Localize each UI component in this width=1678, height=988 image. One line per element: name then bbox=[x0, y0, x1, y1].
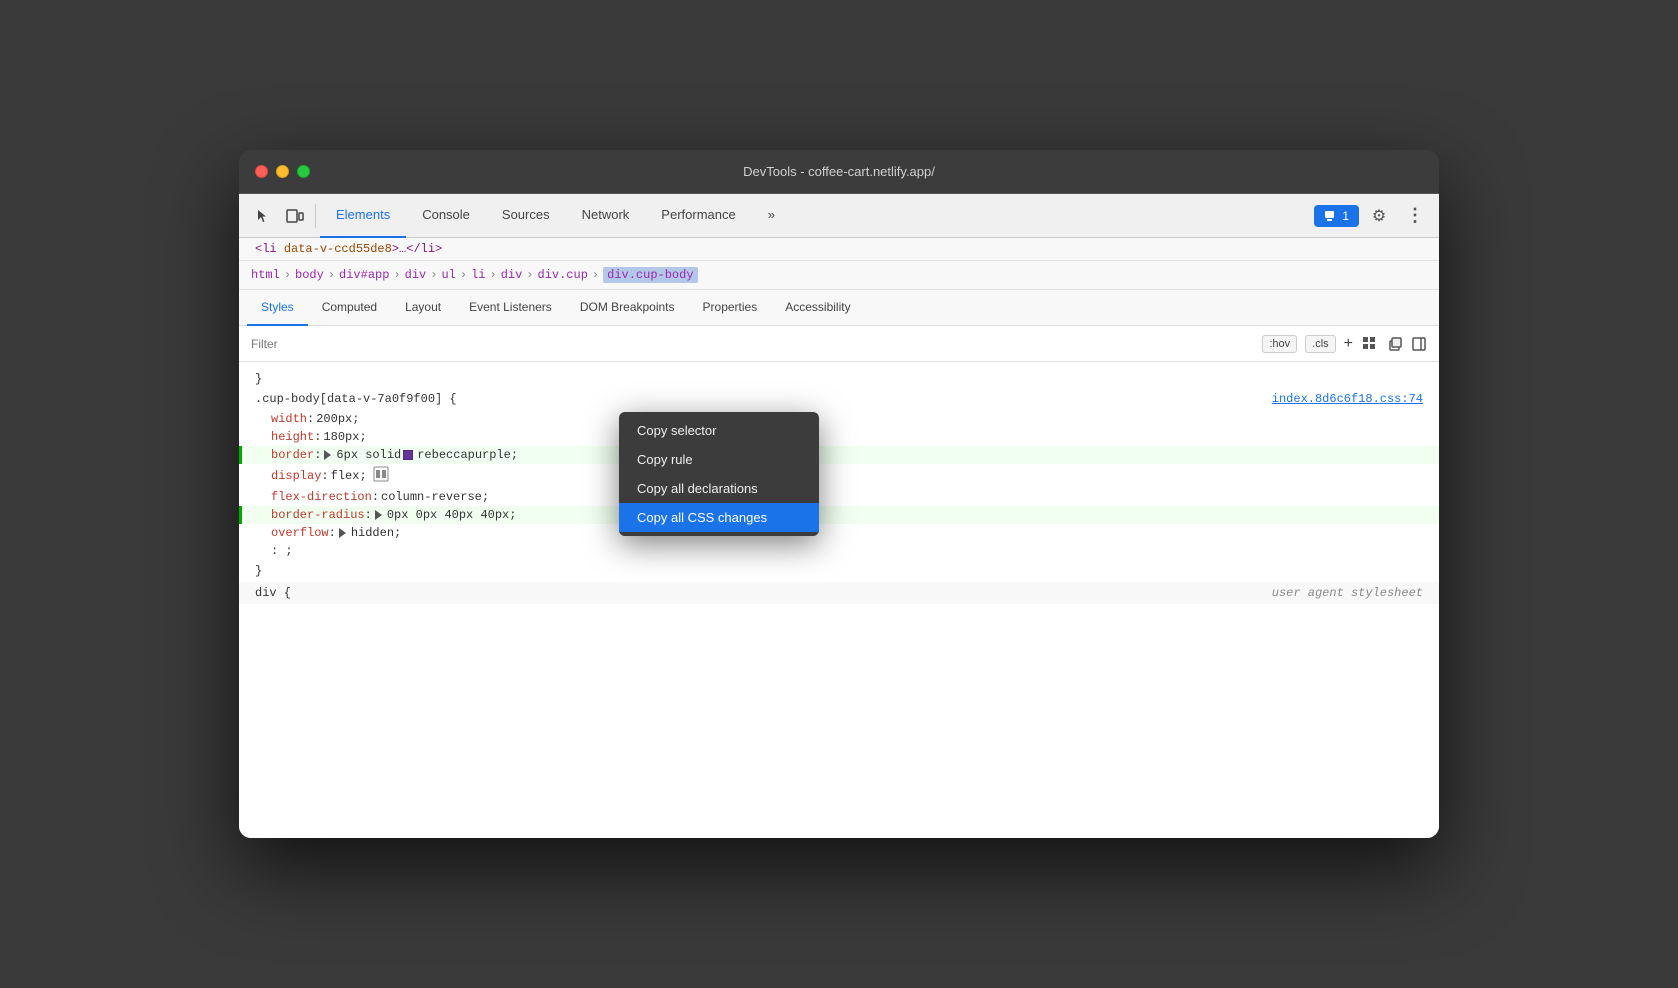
expand-triangle-icon[interactable] bbox=[324, 450, 331, 460]
user-agent-label: user agent stylesheet bbox=[1272, 586, 1423, 600]
main-toolbar: Elements Console Sources Network Perform… bbox=[239, 194, 1439, 238]
add-rule-icon[interactable]: + bbox=[1344, 335, 1353, 353]
tab-network[interactable]: Network bbox=[566, 194, 646, 238]
panel-tab-event-listeners[interactable]: Event Listeners bbox=[455, 290, 566, 326]
cls-button[interactable]: .cls bbox=[1305, 335, 1336, 353]
css-panel: } .cup-body[data-v-7a0f9f00] { index.8d6… bbox=[239, 362, 1439, 838]
copy-styles-icon[interactable] bbox=[1387, 336, 1403, 352]
devtools-window: DevTools - coffee-cart.netlify.app/ bbox=[239, 150, 1439, 838]
context-menu-copy-selector[interactable]: Copy selector bbox=[619, 416, 819, 445]
tab-console[interactable]: Console bbox=[406, 194, 486, 238]
pointer-icon[interactable] bbox=[247, 200, 279, 232]
tab-performance[interactable]: Performance bbox=[645, 194, 751, 238]
expand-triangle-icon-3[interactable] bbox=[339, 528, 346, 538]
css-prop-display: display : flex ; bbox=[239, 464, 1439, 488]
close-button[interactable] bbox=[255, 165, 268, 178]
css-closing-brace: } bbox=[239, 560, 1439, 582]
tab-sources[interactable]: Sources bbox=[486, 194, 566, 238]
css-div-rule: div { user agent stylesheet bbox=[239, 582, 1439, 604]
css-prop-border: border : 6px solid rebeccapurple ; bbox=[239, 446, 1439, 464]
breadcrumb-div-app[interactable]: div#app bbox=[339, 268, 389, 282]
context-menu-copy-all-declarations[interactable]: Copy all declarations bbox=[619, 474, 819, 503]
panel-tabs: Styles Computed Layout Event Listeners D… bbox=[239, 290, 1439, 326]
window-title: DevTools - coffee-cart.netlify.app/ bbox=[743, 164, 935, 179]
toolbar-right: 1 ⚙ ⋮ bbox=[1314, 200, 1431, 232]
filter-input[interactable] bbox=[251, 337, 1254, 351]
hov-button[interactable]: :hov bbox=[1262, 335, 1297, 353]
panel-tab-styles[interactable]: Styles bbox=[247, 290, 308, 326]
breadcrumb-div-cup-body[interactable]: div.cup-body bbox=[603, 267, 697, 283]
main-tab-bar: Elements Console Sources Network Perform… bbox=[320, 194, 1306, 238]
panel-tab-dom-breakpoints[interactable]: DOM Breakpoints bbox=[566, 290, 689, 326]
panel-tab-properties[interactable]: Properties bbox=[689, 290, 772, 326]
toolbar-separator bbox=[315, 204, 316, 228]
css-colon-row: : ; bbox=[239, 542, 1439, 560]
maximize-button[interactable] bbox=[297, 165, 310, 178]
breadcrumb-body[interactable]: body bbox=[295, 268, 324, 282]
filter-bar: :hov .cls + bbox=[239, 326, 1439, 362]
css-prev-close: } bbox=[239, 370, 1439, 388]
more-options-icon[interactable]: ⋮ bbox=[1399, 200, 1431, 232]
expand-triangle-icon-2[interactable] bbox=[375, 510, 382, 520]
modified-indicator-2 bbox=[239, 506, 242, 524]
breadcrumb-ul[interactable]: ul bbox=[441, 268, 455, 282]
layout-icon[interactable] bbox=[1361, 335, 1379, 353]
breadcrumb-li[interactable]: li bbox=[471, 268, 485, 282]
css-div-selector[interactable]: div { bbox=[255, 586, 291, 600]
css-prop-border-radius: border-radius : 0px 0px 40px 40px ; bbox=[239, 506, 1439, 524]
css-rule-header: .cup-body[data-v-7a0f9f00] { index.8d6c6… bbox=[239, 388, 1439, 410]
breadcrumb-div-cup[interactable]: div.cup bbox=[538, 268, 588, 282]
panel-tab-layout[interactable]: Layout bbox=[391, 290, 455, 326]
css-selector[interactable]: .cup-body[data-v-7a0f9f00] { bbox=[255, 392, 457, 406]
panel-tab-accessibility[interactable]: Accessibility bbox=[771, 290, 864, 326]
breadcrumb-div[interactable]: div bbox=[405, 268, 427, 282]
modified-indicator bbox=[239, 446, 242, 464]
devtools-content: <li data-v-ccd55de8>…</li> html › body ›… bbox=[239, 238, 1439, 838]
context-menu: Copy selector Copy rule Copy all declara… bbox=[619, 412, 819, 536]
breadcrumb: html › body › div#app › div › ul › li › … bbox=[239, 261, 1439, 290]
panel-tab-computed[interactable]: Computed bbox=[308, 290, 391, 326]
css-prop-width: width : 200px ; bbox=[239, 410, 1439, 428]
breadcrumb-div2[interactable]: div bbox=[501, 268, 523, 282]
toggle-sidebar-icon[interactable] bbox=[1411, 336, 1427, 352]
tab-elements[interactable]: Elements bbox=[320, 194, 406, 238]
css-prop-overflow: overflow : hidden ; bbox=[239, 524, 1439, 542]
css-prop-height: height : 180px ; bbox=[239, 428, 1439, 446]
css-file-link[interactable]: index.8d6c6f18.css:74 bbox=[1272, 392, 1423, 406]
traffic-lights bbox=[255, 165, 310, 178]
context-menu-copy-rule[interactable]: Copy rule bbox=[619, 445, 819, 474]
filter-actions: :hov .cls + bbox=[1262, 335, 1427, 353]
minimize-button[interactable] bbox=[276, 165, 289, 178]
settings-icon[interactable]: ⚙ bbox=[1363, 200, 1395, 232]
tab-more[interactable]: » bbox=[752, 194, 791, 238]
breadcrumb-html[interactable]: html bbox=[251, 268, 280, 282]
flex-layout-icon[interactable] bbox=[373, 466, 389, 486]
devtools-body: Elements Console Sources Network Perform… bbox=[239, 194, 1439, 838]
notification-button[interactable]: 1 bbox=[1314, 205, 1359, 227]
context-menu-copy-all-css-changes[interactable]: Copy all CSS changes bbox=[619, 503, 819, 532]
device-toggle-icon[interactable] bbox=[279, 200, 311, 232]
css-prop-flex-direction: flex-direction : column-reverse ; bbox=[239, 488, 1439, 506]
html-snippet: <li data-v-ccd55de8>…</li> bbox=[239, 238, 1439, 261]
title-bar: DevTools - coffee-cart.netlify.app/ bbox=[239, 150, 1439, 194]
color-swatch-rebeccapurple[interactable] bbox=[403, 450, 413, 460]
